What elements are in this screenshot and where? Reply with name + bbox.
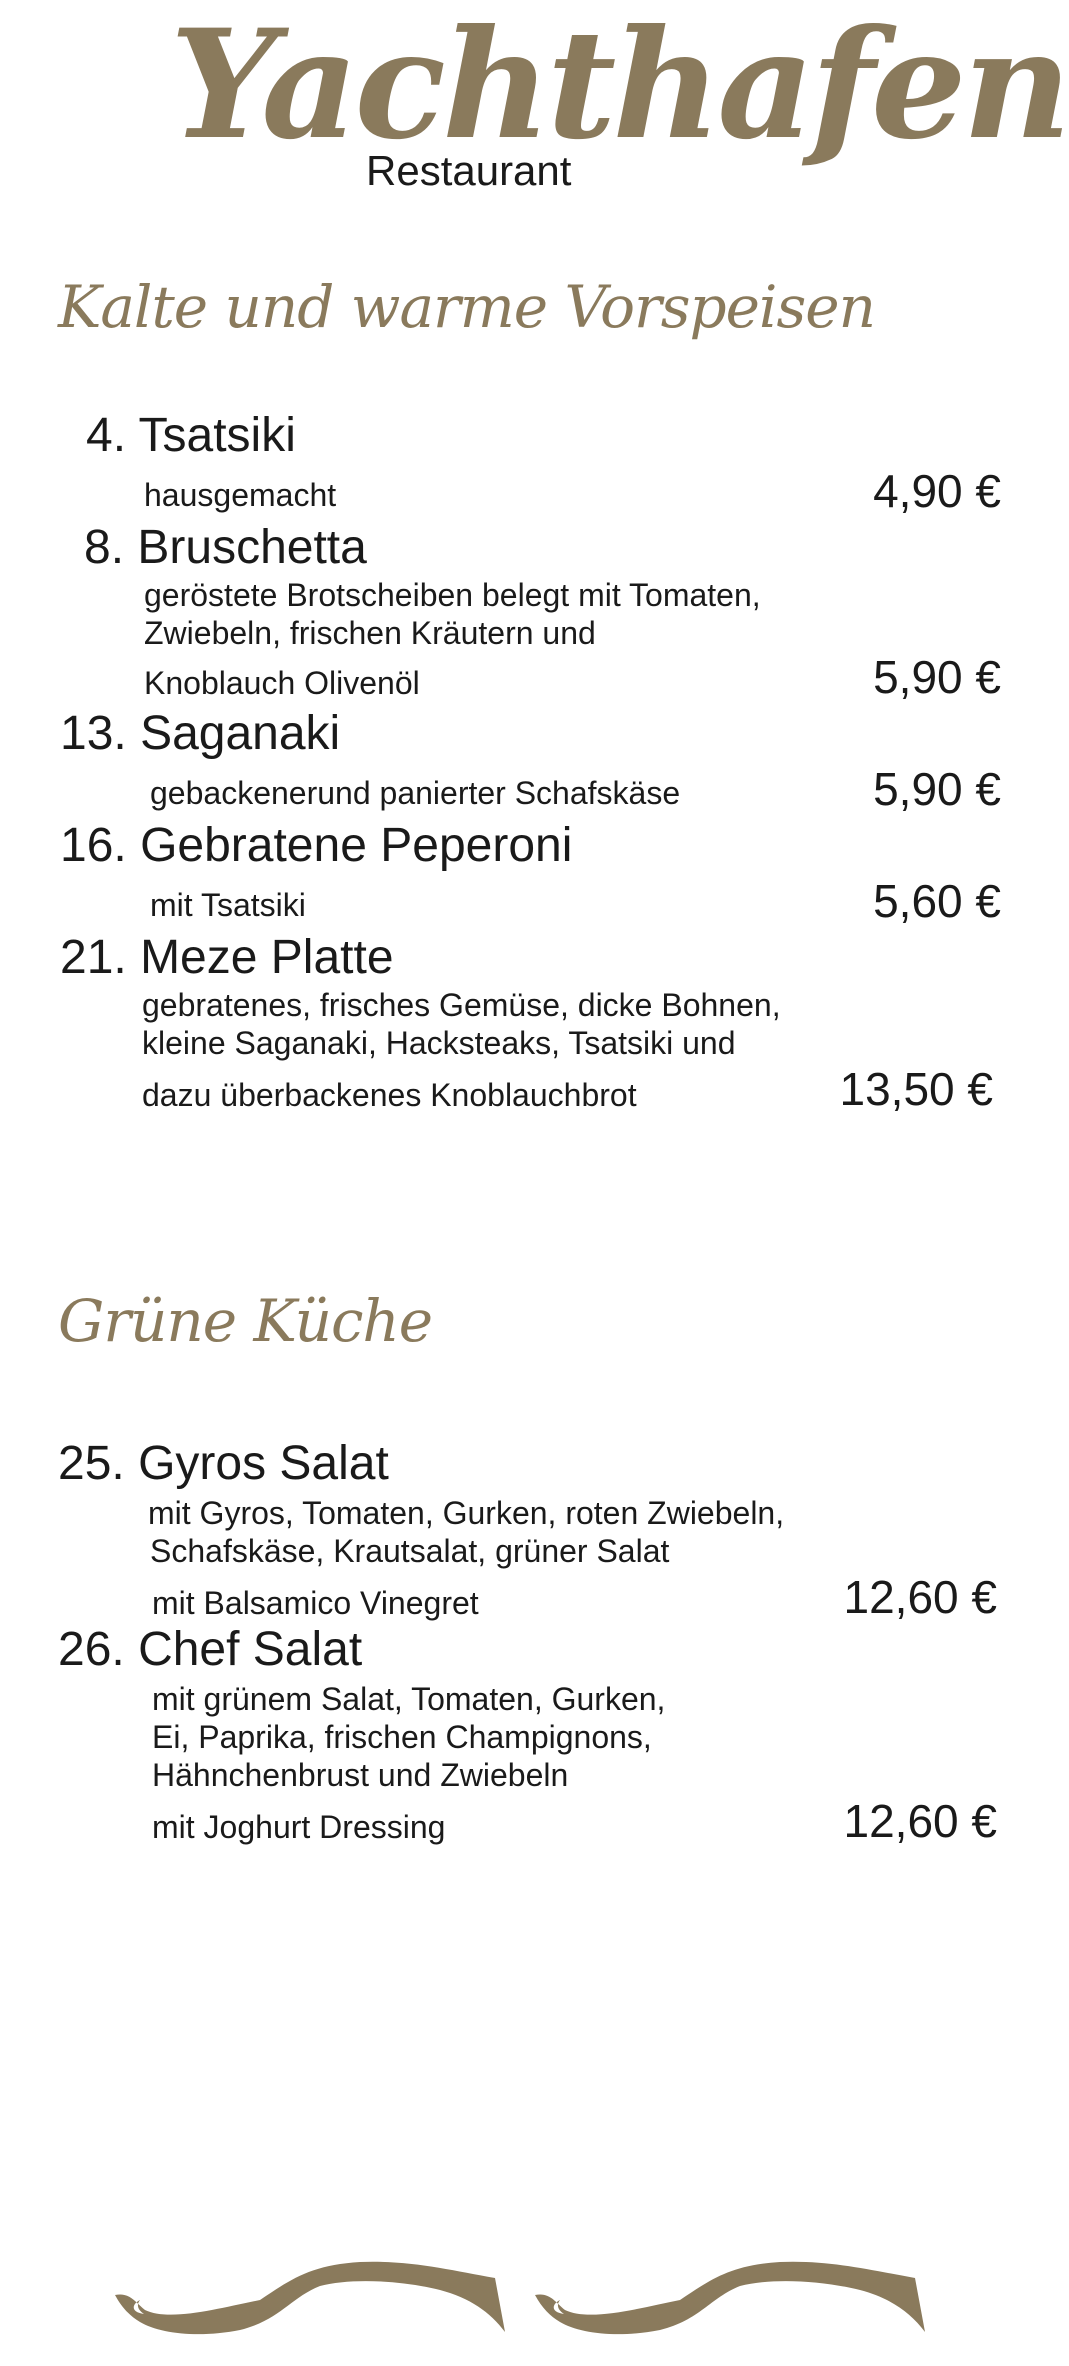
- menu-item-desc: gebackenerund panierter Schafskäse: [150, 775, 681, 811]
- menu-item-price: 5,90 €: [873, 763, 1001, 815]
- menu-item-price: 5,60 €: [873, 875, 1001, 927]
- logo-subtitle: Restaurant: [366, 147, 572, 194]
- flourish-ornament-left-icon: [115, 2261, 505, 2335]
- menu-item-desc: mit grünem Salat, Tomaten, Gurken,: [152, 1681, 666, 1717]
- flourish-ornament-right-icon: [535, 2261, 925, 2335]
- menu-item-title: 25. Gyros Salat: [58, 1437, 389, 1490]
- menu-item-desc: kleine Saganaki, Hacksteaks, Tsatsiki un…: [142, 1025, 736, 1061]
- menu-item-desc: mit Joghurt Dressing: [152, 1809, 446, 1845]
- section-heading-gruene-kueche: Grüne Küche: [58, 1287, 433, 1355]
- menu-item-price: 12,60 €: [843, 1795, 997, 1847]
- menu-item-desc: mit Tsatsiki: [150, 887, 306, 923]
- section-heading-vorspeisen: Kalte und warme Vorspeisen: [58, 273, 876, 341]
- menu-item-title: 8. Bruschetta: [84, 521, 367, 574]
- menu-item-desc: Schafskäse, Krautsalat, grüner Salat: [150, 1533, 670, 1569]
- menu-item-price: 5,90 €: [873, 651, 1001, 703]
- menu-item-desc: Knoblauch Olivenöl: [144, 665, 420, 701]
- menu-item-title: 16. Gebratene Peperoni: [60, 819, 573, 872]
- menu-item-desc: mit Balsamico Vinegret: [152, 1585, 479, 1621]
- menu-item-desc: Hähnchenbrust und Zwiebeln: [152, 1757, 569, 1793]
- menu-item-title: 4. Tsatsiki: [86, 409, 296, 462]
- logo-script: Yachthafen: [170, 0, 1069, 173]
- menu-item-desc: mit Gyros, Tomaten, Gurken, roten Zwiebe…: [148, 1495, 785, 1531]
- menu-item-desc: gebratenes, frisches Gemüse, dicke Bohne…: [142, 987, 781, 1023]
- menu-item-title: 21. Meze Platte: [60, 931, 394, 984]
- menu-item-desc: dazu überbackenes Knoblauchbrot: [142, 1077, 637, 1113]
- menu-item-desc: Zwiebeln, frischen Kräutern und: [144, 615, 596, 651]
- menu-item-price: 13,50 €: [839, 1063, 993, 1115]
- menu-item-desc: hausgemacht: [144, 477, 337, 513]
- menu-item-title: 13. Saganaki: [60, 707, 341, 760]
- menu-item-price: 4,90 €: [873, 465, 1001, 517]
- menu-item-price: 12,60 €: [843, 1571, 997, 1623]
- menu-item-desc: geröstete Brotscheiben belegt mit Tomate…: [144, 577, 761, 613]
- menu-item-desc: Ei, Paprika, frischen Champignons,: [152, 1719, 652, 1755]
- menu-item-title: 26. Chef Salat: [58, 1623, 363, 1676]
